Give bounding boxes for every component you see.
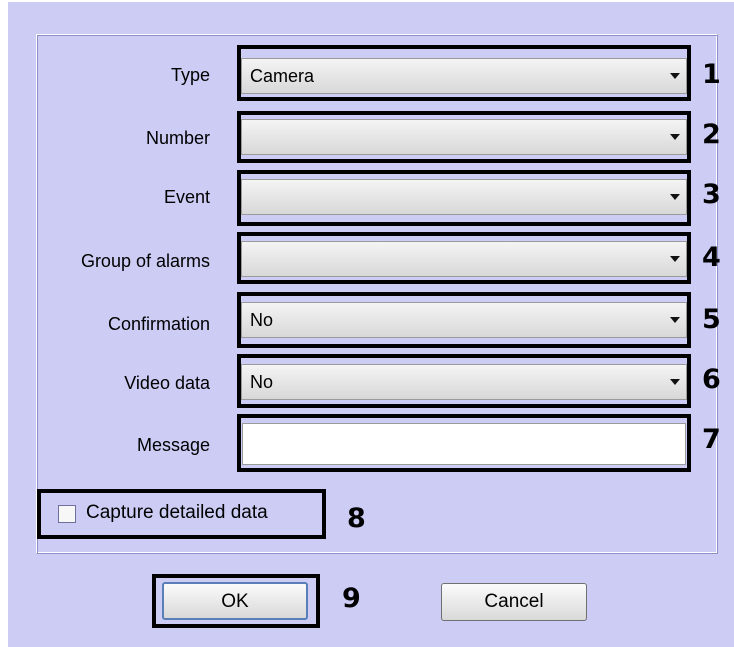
chevron-down-icon[interactable] bbox=[670, 73, 680, 79]
number-select[interactable] bbox=[241, 119, 687, 155]
chevron-down-icon[interactable] bbox=[670, 134, 680, 140]
confirmation-select[interactable]: No bbox=[241, 302, 687, 338]
group-of-alarms-label: Group of alarms bbox=[80, 251, 210, 271]
group-of-alarms-select[interactable] bbox=[241, 241, 687, 277]
capture-detailed-data-checkbox[interactable] bbox=[58, 505, 76, 523]
confirmation-select-value: No bbox=[250, 310, 274, 330]
event-label: Event bbox=[163, 187, 210, 207]
video-data-select-value: No bbox=[250, 372, 274, 392]
message-input[interactable] bbox=[242, 423, 686, 465]
window-top-edge bbox=[8, 0, 734, 2]
ok-button[interactable]: OK bbox=[162, 582, 308, 620]
callout-number-5: 5 bbox=[702, 304, 721, 335]
callout-number-7: 7 bbox=[702, 424, 721, 455]
chevron-down-icon[interactable] bbox=[670, 194, 680, 200]
chevron-down-icon[interactable] bbox=[670, 256, 680, 262]
callout-number-8: 8 bbox=[347, 503, 366, 534]
capture-detailed-data-label[interactable]: Capture detailed data bbox=[86, 502, 268, 524]
cancel-button[interactable]: Cancel bbox=[441, 583, 587, 621]
type-select-value: Camera bbox=[250, 66, 315, 86]
message-label: Message bbox=[136, 435, 210, 455]
callout-number-2: 2 bbox=[702, 119, 721, 150]
event-select[interactable] bbox=[241, 179, 687, 215]
number-label: Number bbox=[145, 128, 210, 148]
video-data-select[interactable]: No bbox=[241, 364, 687, 400]
callout-number-3: 3 bbox=[702, 179, 721, 210]
callout-number-6: 6 bbox=[702, 364, 721, 395]
chevron-down-icon[interactable] bbox=[670, 379, 680, 385]
callout-number-4: 4 bbox=[702, 242, 721, 273]
type-label: Type bbox=[170, 65, 210, 85]
type-select[interactable]: Camera bbox=[241, 58, 687, 94]
callout-number-1: 1 bbox=[702, 59, 721, 90]
confirmation-label: Confirmation bbox=[107, 314, 210, 334]
chevron-down-icon[interactable] bbox=[670, 317, 680, 323]
callout-number-9: 9 bbox=[342, 583, 361, 614]
video-data-label: Video data bbox=[124, 373, 210, 393]
